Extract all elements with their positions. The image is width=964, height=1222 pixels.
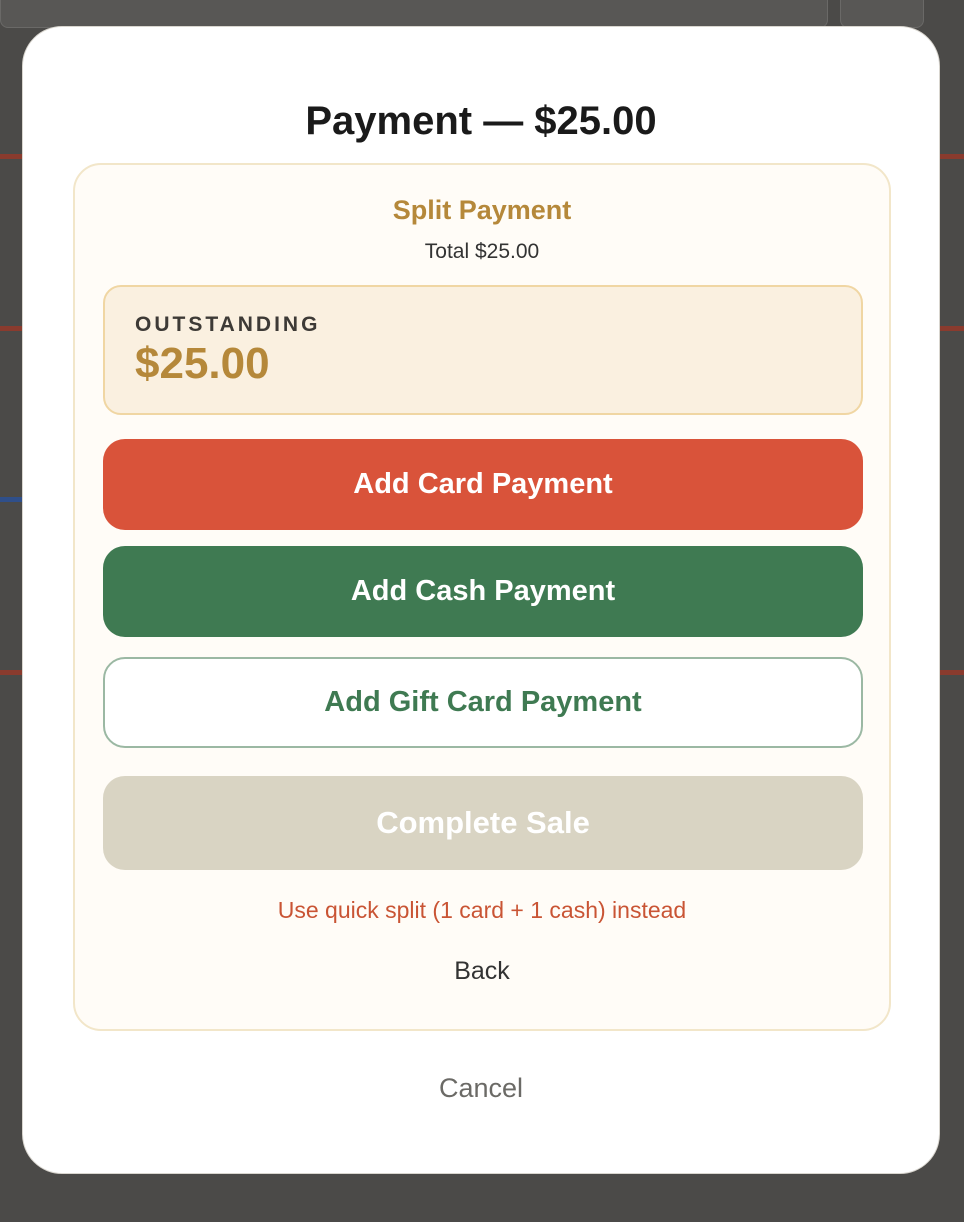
- quick-split-link[interactable]: Use quick split (1 card + 1 cash) instea…: [75, 897, 889, 924]
- split-payment-panel: Split Payment Total $25.00 OUTSTANDING $…: [73, 163, 891, 1031]
- background-strip: [0, 497, 22, 502]
- background-strip: [0, 670, 22, 675]
- background-strip: [940, 154, 964, 159]
- split-payment-title: Split Payment: [392, 195, 572, 225]
- background-strip: [940, 326, 964, 331]
- payment-modal: Payment — $25.00 Split Payment Total $25…: [22, 26, 940, 1174]
- add-card-payment-button[interactable]: Add Card Payment: [103, 439, 863, 530]
- split-total-text: Total $25.00: [424, 240, 540, 263]
- outstanding-summary: OUTSTANDING $25.00: [103, 285, 863, 415]
- background-panel: [0, 0, 828, 28]
- modal-title: Payment — $25.00: [305, 99, 657, 143]
- background-strip: [940, 670, 964, 675]
- back-button[interactable]: Back: [75, 957, 889, 986]
- background-strip: [0, 154, 22, 159]
- outstanding-label: OUTSTANDING: [135, 313, 321, 336]
- add-gift-card-payment-button[interactable]: Add Gift Card Payment: [103, 657, 863, 748]
- cancel-button[interactable]: Cancel: [23, 1073, 939, 1104]
- background-strip: [0, 326, 22, 331]
- add-cash-payment-button[interactable]: Add Cash Payment: [103, 546, 863, 637]
- background-icon-button: [840, 0, 924, 28]
- complete-sale-button[interactable]: Complete Sale: [103, 776, 863, 870]
- outstanding-amount: $25.00: [135, 339, 270, 388]
